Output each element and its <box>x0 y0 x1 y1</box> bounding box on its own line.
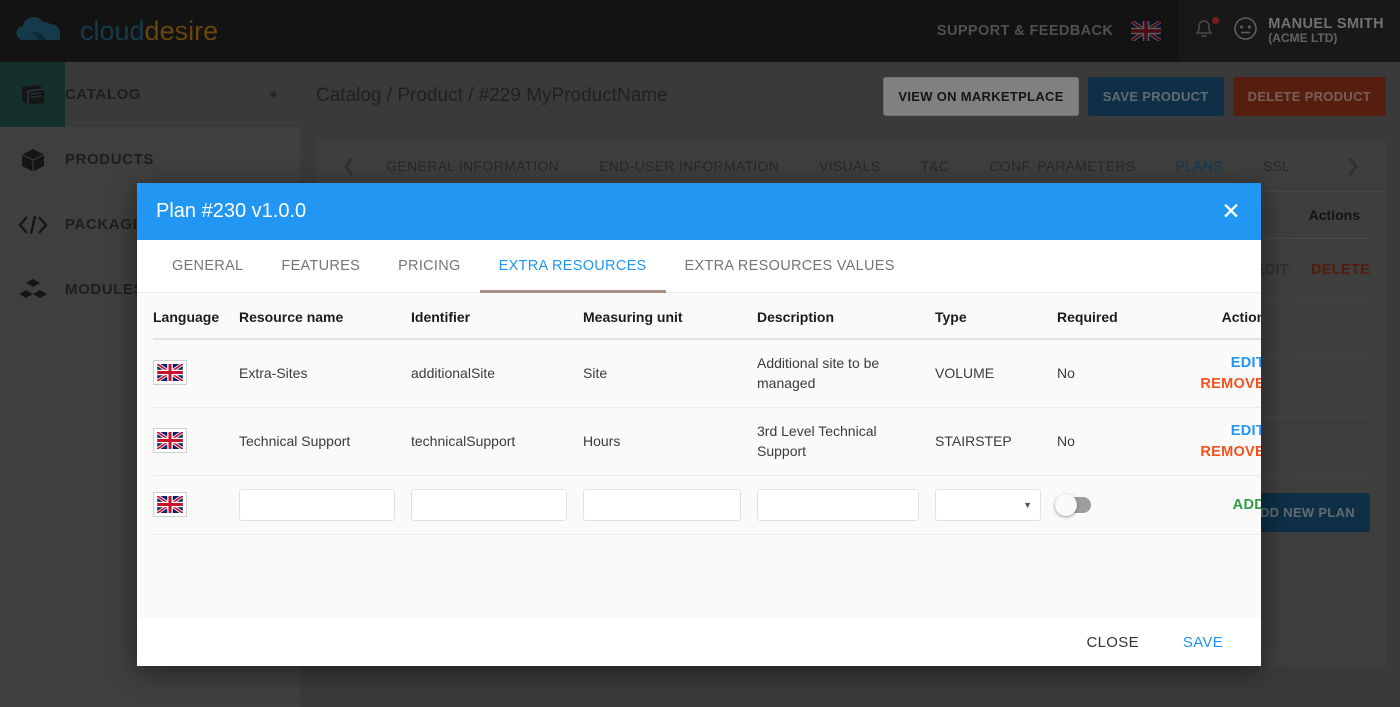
modal-footer: CLOSE SAVE <box>137 618 1261 666</box>
th-required: Required <box>1057 293 1175 340</box>
edit-resource-link[interactable]: EDIT <box>1175 421 1261 442</box>
cell-type: STAIRSTEP <box>935 407 1057 477</box>
th-measuring-unit: Measuring unit <box>583 293 757 340</box>
edit-resource-link[interactable]: EDIT <box>1175 353 1261 374</box>
plan-edit-modal: Plan #230 v1.0.0 ✕ GENERAL FEATURES PRIC… <box>137 183 1261 666</box>
tab-extra-resources-values[interactable]: EXTRA RESOURCES VALUES <box>666 240 914 293</box>
cell-new-identifier <box>411 475 583 536</box>
tab-general[interactable]: GENERAL <box>153 240 262 293</box>
measuring-unit-input[interactable] <box>583 489 741 522</box>
modal-header: Plan #230 v1.0.0 ✕ <box>137 183 1261 240</box>
table-row: Extra-Sites additionalSite Site Addition… <box>153 339 1261 409</box>
cell-description: Additional site to be managed <box>757 339 935 409</box>
th-identifier: Identifier <box>411 293 583 340</box>
description-input[interactable] <box>757 489 919 522</box>
th-language: Language <box>153 293 239 340</box>
close-icon[interactable]: ✕ <box>1217 198 1245 226</box>
cell-language <box>153 475 239 536</box>
identifier-input[interactable] <box>411 489 567 522</box>
extra-resources-table: Language Resource name Identifier Measur… <box>153 293 1261 536</box>
remove-resource-link[interactable]: REMOVE <box>1175 374 1261 395</box>
cell-measuring-unit: Site <box>583 339 757 409</box>
cell-resource-name: Extra-Sites <box>239 339 411 409</box>
cell-actions: EDIT REMOVE <box>1175 339 1261 409</box>
cell-new-description <box>757 475 935 536</box>
close-button[interactable]: CLOSE <box>1065 634 1161 651</box>
tab-extra-resources[interactable]: EXTRA RESOURCES <box>479 240 666 293</box>
save-button[interactable]: SAVE <box>1161 634 1245 651</box>
cell-identifier: additionalSite <box>411 339 583 409</box>
modal-title: Plan #230 v1.0.0 <box>156 200 307 222</box>
uk-flag-icon[interactable] <box>153 491 187 517</box>
uk-flag-icon[interactable] <box>153 360 187 386</box>
type-select[interactable]: ▼ <box>935 489 1041 522</box>
th-actions: Actions <box>1175 293 1261 340</box>
cell-language <box>153 339 239 409</box>
add-resource-link[interactable]: ADD <box>1175 495 1261 516</box>
table-row: Technical Support technicalSupport Hours… <box>153 407 1261 477</box>
resource-name-input[interactable] <box>239 489 395 522</box>
cell-description: 3rd Level Technical Support <box>757 407 935 477</box>
app-root: clouddesire SUPPORT & FEEDBACK MANUEL SM… <box>0 0 1400 707</box>
th-resource-name: Resource name <box>239 293 411 340</box>
tab-pricing[interactable]: PRICING <box>379 240 480 293</box>
th-description: Description <box>757 293 935 340</box>
modal-body: Language Resource name Identifier Measur… <box>137 293 1261 618</box>
chevron-down-icon: ▼ <box>1023 499 1032 510</box>
cell-measuring-unit: Hours <box>583 407 757 477</box>
cell-identifier: technicalSupport <box>411 407 583 477</box>
cell-new-type: ▼ <box>935 475 1057 536</box>
required-toggle[interactable] <box>1055 494 1091 517</box>
cell-actions: EDIT REMOVE <box>1175 407 1261 477</box>
toggle-knob <box>1055 494 1077 517</box>
table-header-row: Language Resource name Identifier Measur… <box>153 293 1261 340</box>
cell-new-actions: ADD <box>1175 475 1261 536</box>
cell-new-required <box>1055 475 1175 536</box>
cell-required: No <box>1057 339 1175 409</box>
cell-resource-name: Technical Support <box>239 407 411 477</box>
remove-resource-link[interactable]: REMOVE <box>1175 442 1261 463</box>
modal-tabs: GENERAL FEATURES PRICING EXTRA RESOURCES… <box>137 240 1261 293</box>
cell-required: No <box>1057 407 1175 477</box>
cell-language <box>153 407 239 477</box>
tab-features[interactable]: FEATURES <box>262 240 379 293</box>
cell-type: VOLUME <box>935 339 1057 409</box>
cell-new-measuring-unit <box>583 475 757 536</box>
cell-new-resource-name <box>239 475 411 536</box>
uk-flag-icon[interactable] <box>153 428 187 454</box>
new-resource-row: ▼ ADD <box>153 475 1261 536</box>
th-type: Type <box>935 293 1057 340</box>
